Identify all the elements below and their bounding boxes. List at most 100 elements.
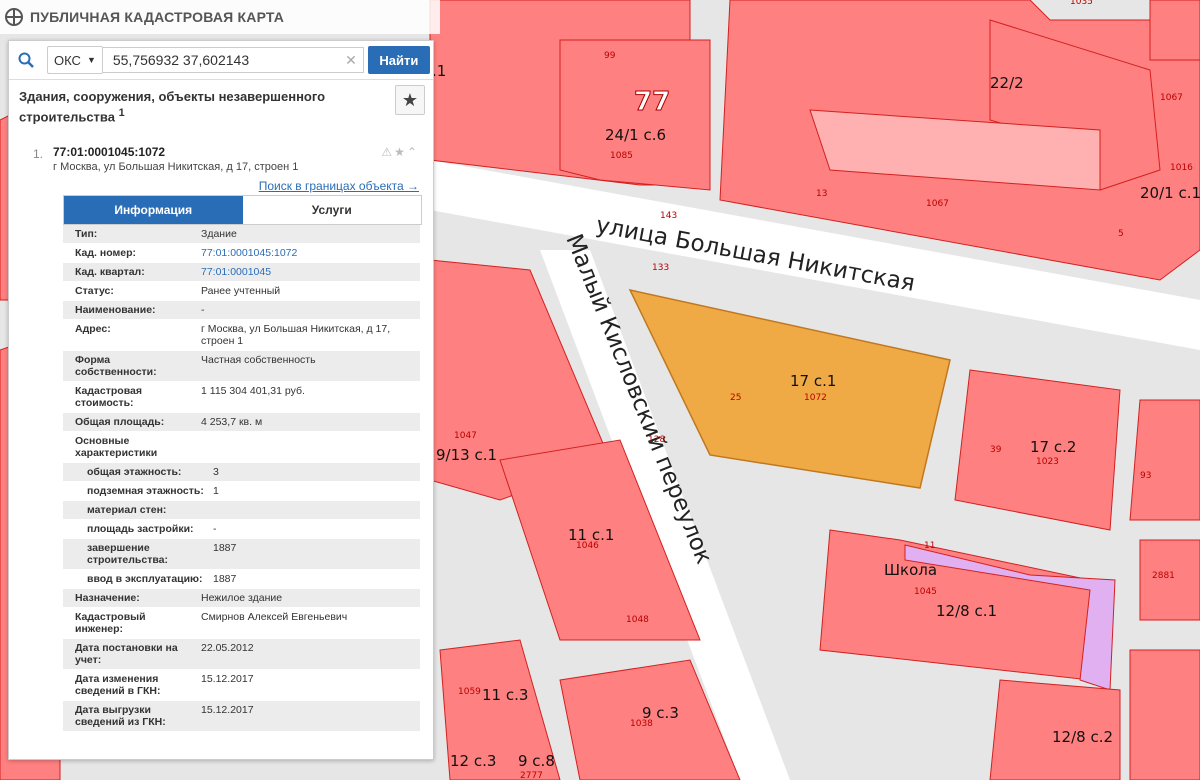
results-count: 1 <box>118 107 125 119</box>
result-tabs: Информация Услуги <box>63 195 422 225</box>
property-value: Ранее учтенный <box>201 285 281 297</box>
cadastral-number: 11 <box>924 541 935 551</box>
search-bar: ОКС ▼ 55,756932 37,602143 ✕ Найти <box>9 41 433 80</box>
building-label: Школа <box>884 561 937 579</box>
section-title-text: Здания, сооружения, объекты незавершенно… <box>19 89 326 125</box>
cadastral-number: 1085 <box>610 151 633 161</box>
cadastral-number: 143 <box>660 211 677 221</box>
property-row: Статус: Ранее учтенный <box>63 282 420 301</box>
find-button[interactable]: Найти <box>367 46 430 74</box>
app-header: ПУБЛИЧНАЯ КАДАСТРОВАЯ КАРТА <box>0 0 440 34</box>
property-row: Кад. номер: 77:01:0001045:1072 <box>63 244 420 263</box>
result-cadastral-id[interactable]: 77:01:0001045:1072 <box>53 139 419 159</box>
collapse-icon[interactable]: ⌃ <box>407 145 419 159</box>
star-icon: ★ <box>401 89 419 110</box>
property-key: Статус: <box>75 285 114 297</box>
warning-icon[interactable]: ⚠ <box>381 145 394 159</box>
cadastral-number: 1048 <box>626 615 649 625</box>
results-section-title: Здания, сооружения, объекты незавершенно… <box>19 89 359 125</box>
cadastral-number: 2777 <box>520 771 543 780</box>
cadastral-number: 93 <box>1140 471 1151 481</box>
cadastral-number: 1023 <box>1036 457 1059 467</box>
search-in-bounds-link[interactable]: Поиск в границах объекта → <box>53 179 419 193</box>
property-key: ввод в эксплуатацию: <box>87 573 203 585</box>
building-label: 24/1 с.6 <box>605 126 666 144</box>
property-value: 1887 <box>213 542 237 554</box>
property-value: 4 253,7 кв. м <box>201 416 263 428</box>
property-key: Тип: <box>75 228 98 240</box>
app-title: ПУБЛИЧНАЯ КАДАСТРОВАЯ КАРТА <box>30 9 285 25</box>
coordinates-input[interactable]: 55,756932 37,602143 ✕ <box>102 47 364 73</box>
property-row: Кадастровый инженер: Смирнов Алексей Евге… <box>63 608 420 639</box>
properties-table: Тип: Здание Кад. номер: 77:01:0001045:1072 К… <box>63 225 420 732</box>
property-value[interactable]: 77:01:0001045:1072 <box>197 244 420 262</box>
property-value: Нежилое здание <box>201 592 283 604</box>
cadastral-number: 13 <box>816 189 827 199</box>
property-key: Кад. квартал: <box>75 266 145 278</box>
property-key: Кадастровый инженер: <box>75 611 146 635</box>
property-value: - <box>201 304 205 316</box>
property-key: Форма собственности: <box>75 354 157 378</box>
property-key: материал стен: <box>87 504 167 516</box>
star-icon[interactable]: ★ <box>394 145 407 159</box>
property-value: 1 115 304 401,31 руб. <box>201 385 305 397</box>
property-key: Общая площадь: <box>75 416 165 428</box>
property-value: 15.12.2017 <box>201 673 254 685</box>
property-key: Наименование: <box>75 304 156 316</box>
clear-icon[interactable]: ✕ <box>345 52 357 69</box>
property-value: г Москва, ул Большая Никитская, д 17, ст… <box>201 323 391 347</box>
property-value <box>197 432 420 462</box>
property-value: Смирнов Алексей Евгеньевич <box>201 611 348 623</box>
building-label: 12/8 с.1 <box>936 602 997 620</box>
cadastral-number: 99 <box>604 51 616 61</box>
property-row: Дата постановки на учет: 22.05.2012 <box>63 639 420 670</box>
property-value: Частная собственность <box>201 354 316 366</box>
result-card[interactable]: 1. 77:01:0001045:1072 г Москва, ул Больш… <box>33 139 419 193</box>
tab-info[interactable]: Информация <box>64 196 243 224</box>
property-row: материал стен: <box>63 501 420 520</box>
property-key: Адрес: <box>75 323 111 335</box>
property-row: Кад. квартал: 77:01:0001045 <box>63 263 420 282</box>
property-row: Дата выгрузки сведений из ГКН: 15.12.2017 <box>63 701 420 732</box>
property-value: 3 <box>213 466 219 478</box>
cadastral-number: 1016 <box>1170 163 1193 173</box>
cadastral-number: 133 <box>652 263 669 273</box>
building-label: 22/2 <box>990 74 1024 92</box>
tab-services[interactable]: Услуги <box>242 196 421 224</box>
favorite-button[interactable]: ★ <box>395 85 425 115</box>
result-index: 1. <box>33 147 44 161</box>
property-value: 1 <box>213 485 219 497</box>
object-type-select[interactable]: ОКС ▼ <box>47 46 103 74</box>
property-value: - <box>213 523 217 535</box>
property-row: Адрес: г Москва, ул Большая Никитская, д … <box>63 320 420 351</box>
property-value <box>209 501 420 519</box>
building-label: 17 с.2 <box>1030 438 1076 456</box>
search-icon[interactable] <box>9 43 43 77</box>
parcel[interactable] <box>1129 399 1200 521</box>
object-type-value: ОКС <box>54 52 81 68</box>
building-label: 9 с.8 <box>518 752 555 770</box>
property-row: Общая площадь: 4 253,7 кв. м <box>63 413 420 432</box>
property-value[interactable]: 77:01:0001045 <box>197 263 420 281</box>
building-label: 12/8 с.2 <box>1052 728 1113 746</box>
parcel[interactable] <box>1129 649 1200 780</box>
cadastral-number: 5 <box>1118 229 1124 239</box>
map-logo-icon <box>5 8 23 26</box>
cadastral-number: 1047 <box>454 431 477 441</box>
building-label: 11 с.3 <box>482 686 528 704</box>
property-key: Дата выгрузки сведений из ГКН: <box>75 704 166 728</box>
property-row: Наименование: - <box>63 301 420 320</box>
cadastral-number: 1038 <box>630 719 653 729</box>
property-value: 15.12.2017 <box>201 704 254 716</box>
cadastral-number: 1067 <box>1160 93 1183 103</box>
search-panel: ОКС ▼ 55,756932 37,602143 ✕ Найти Здания… <box>8 40 434 760</box>
parcel[interactable] <box>1149 0 1200 61</box>
property-row: Основные характеристики <box>63 432 420 463</box>
cadastral-number: 39 <box>990 445 1002 455</box>
property-key: подземная этажность: <box>87 485 204 497</box>
property-row: Тип: Здание <box>63 225 420 244</box>
building-label: 9/13 с.1 <box>436 446 497 464</box>
chevron-down-icon: ▼ <box>86 55 96 65</box>
property-key: Основные характеристики <box>75 435 158 459</box>
property-key: Кад. номер: <box>75 247 137 259</box>
